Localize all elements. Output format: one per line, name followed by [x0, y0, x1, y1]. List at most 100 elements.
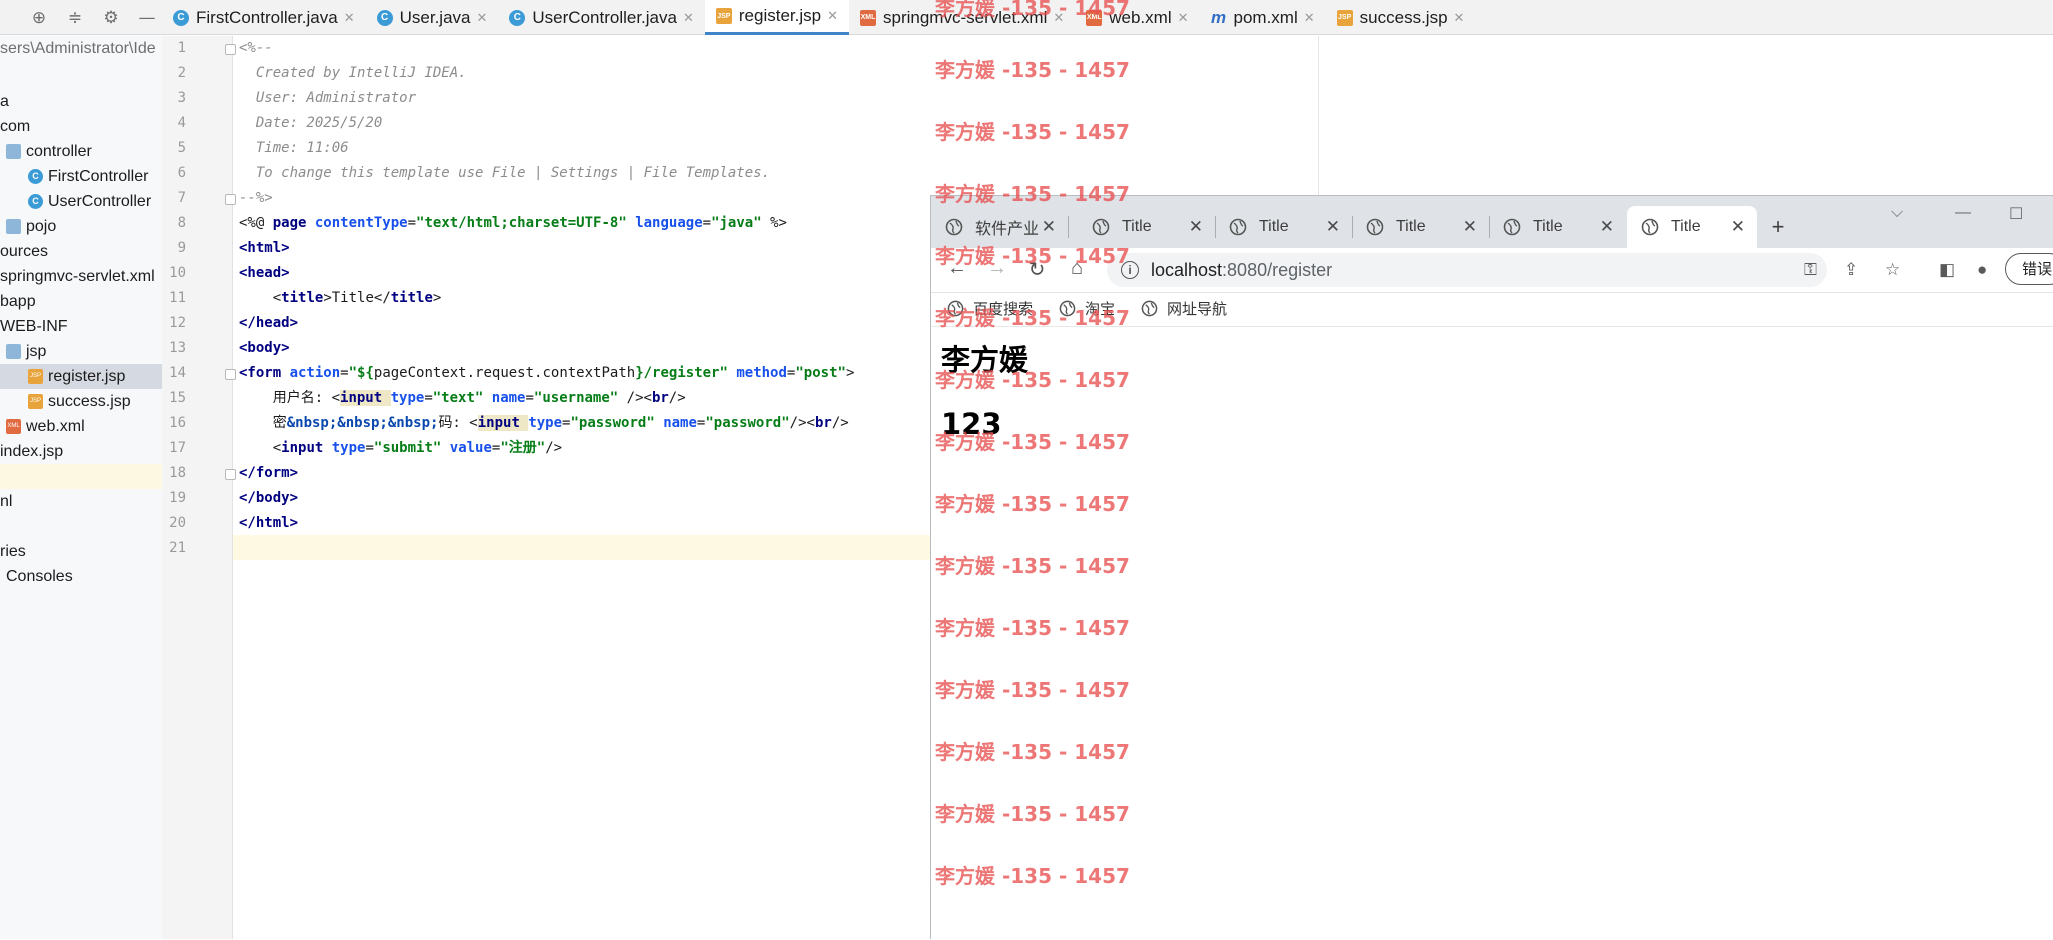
code-line: <title>Title</title> — [239, 286, 442, 311]
editor-tab[interactable]: XML springmvc-servlet.xml ✕ — [849, 0, 1075, 35]
tree-item[interactable]: ries — [0, 539, 26, 564]
tree-item[interactable]: C UserController — [0, 189, 151, 214]
code-token: value — [449, 440, 492, 456]
close-icon[interactable]: ✕ — [1178, 10, 1189, 26]
code-token: %> — [761, 215, 787, 231]
code-editor[interactable]: <%-- Created by IntelliJ IDEA. User: Adm… — [233, 36, 933, 939]
code-token: < — [239, 440, 282, 456]
editor-tab[interactable]: C User.java ✕ — [366, 0, 499, 35]
close-tab-icon[interactable]: ✕ — [1189, 217, 1203, 237]
code-token: = — [365, 440, 374, 456]
close-tab-icon[interactable]: ✕ — [1463, 217, 1477, 237]
home-icon[interactable]: ⌂ — [1065, 257, 1089, 280]
bookmark-star-icon[interactable]: ☆ — [1885, 260, 1900, 280]
code-token: > — [432, 290, 442, 306]
editor-tab[interactable]: C FirstController.java ✕ — [162, 0, 366, 35]
code-token: br — [814, 415, 832, 431]
gear-icon[interactable]: ⚙ — [100, 8, 122, 28]
line-number: 4 — [177, 115, 186, 131]
close-icon[interactable]: ✕ — [1454, 10, 1465, 26]
code-token: </html> — [239, 515, 299, 531]
tree-item[interactable]: ources — [0, 239, 48, 264]
close-tab-icon[interactable]: ✕ — [1326, 217, 1340, 237]
side-panel-icon[interactable]: ◧ — [1939, 260, 1955, 280]
tree-item[interactable]: WEB-INF — [0, 314, 68, 339]
tree-item[interactable]: jsp — [0, 339, 46, 364]
site-info-icon[interactable]: i — [1121, 261, 1139, 279]
browser-tab[interactable]: Title ✕ — [1078, 206, 1216, 248]
close-icon[interactable]: ✕ — [1053, 10, 1064, 26]
bookmark-item[interactable]: 百度搜索 — [947, 298, 1033, 319]
line-number: 6 — [177, 165, 186, 181]
code-line: To change this template use File | Setti… — [239, 161, 770, 186]
editor-tab[interactable]: C UserController.java ✕ — [498, 0, 704, 35]
window-maximize-icon[interactable]: ☐ — [2009, 204, 2023, 224]
editor-tab[interactable]: XML web.xml ✕ — [1075, 0, 1199, 35]
tree-item[interactable]: JSP success.jsp — [0, 389, 131, 414]
locate-icon[interactable]: ⊕ — [28, 8, 50, 28]
class-icon: C — [28, 194, 43, 209]
folder-icon — [6, 344, 21, 359]
new-tab-button[interactable]: + — [1763, 206, 1793, 248]
close-icon[interactable]: ✕ — [477, 10, 488, 26]
globe-icon — [1078, 218, 1122, 236]
tree-item[interactable]: com — [0, 114, 30, 139]
tree-item[interactable]: C FirstController — [0, 164, 148, 189]
tree-item[interactable]: bapp — [0, 289, 36, 314]
editor-tab-label: FirstController.java — [196, 7, 338, 27]
tree-item[interactable]: Consoles — [0, 564, 73, 589]
browser-tab[interactable]: Title ✕ — [1489, 206, 1626, 248]
tree-item[interactable]: JSP register.jsp — [0, 364, 162, 389]
tree-item[interactable]: springmvc-servlet.xml — [0, 264, 155, 289]
code-token: User: Administrator — [239, 90, 417, 106]
forward-icon[interactable]: → — [985, 257, 1009, 280]
editor-tab[interactable]: JSP register.jsp ✕ — [704, 0, 849, 35]
collapse-icon[interactable]: ≑ — [64, 8, 86, 28]
editor-tab[interactable]: m pom.xml ✕ — [1200, 0, 1326, 35]
tree-item-label: jsp — [26, 343, 47, 360]
back-icon[interactable]: ← — [945, 257, 969, 280]
tree-item-label: a — [0, 93, 9, 110]
tree-item[interactable]: pojo — [0, 214, 56, 239]
error-button[interactable]: 错误 — [2005, 253, 2053, 285]
close-tab-icon[interactable]: ✕ — [1600, 217, 1614, 237]
tree-item[interactable]: index.jsp — [0, 439, 63, 464]
tree-item[interactable]: XML web.xml — [0, 414, 85, 439]
tree-item[interactable]: nl — [0, 489, 12, 514]
share-icon[interactable]: ⇪ — [1844, 260, 1858, 280]
key-icon[interactable]: ⚿ — [1804, 260, 1817, 280]
window-minimize-icon[interactable]: — — [1955, 204, 1971, 222]
browser-tab[interactable]: Title ✕ — [1352, 206, 1490, 248]
browser-tab[interactable]: 软件产业 ✕ — [931, 206, 1069, 248]
profile-icon[interactable]: ● — [1977, 260, 1987, 280]
close-icon[interactable]: ✕ — [1304, 10, 1315, 26]
tree-item[interactable]: controller — [0, 139, 92, 164]
browser-tab-title: Title — [1533, 218, 1563, 235]
tree-item[interactable] — [0, 464, 162, 489]
close-tab-icon[interactable]: ✕ — [1042, 217, 1056, 237]
tab-search-icon[interactable]: ⌵ — [1891, 204, 1903, 222]
browser-tab[interactable]: Title ✕ — [1627, 206, 1757, 248]
address-bar[interactable]: i localhost :8080/register — [1107, 253, 1827, 287]
bookmark-item[interactable]: 淘宝 — [1059, 298, 1115, 319]
code-token: language — [635, 215, 703, 231]
reload-icon[interactable]: ↻ — [1025, 257, 1049, 282]
code-line: <head> — [239, 261, 290, 286]
code-line: 用户名: <input type="text" name="username" … — [239, 386, 686, 411]
tree-item[interactable]: a — [0, 89, 9, 114]
editor-tab[interactable]: JSP success.jsp ✕ — [1326, 0, 1476, 35]
code-token: title — [281, 290, 324, 306]
code-token: --%> — [239, 190, 273, 206]
close-tab-icon[interactable]: ✕ — [1731, 217, 1745, 237]
bookmark-label: 网址导航 — [1167, 301, 1228, 318]
close-icon[interactable]: ✕ — [827, 8, 838, 24]
bookmark-item[interactable]: 网址导航 — [1141, 298, 1227, 319]
browser-tab-title: Title — [1671, 218, 1701, 235]
minimize-icon[interactable]: — — [136, 8, 158, 28]
close-icon[interactable]: ✕ — [344, 10, 355, 26]
close-icon[interactable]: ✕ — [683, 10, 694, 26]
code-token: type — [528, 415, 563, 431]
browser-tab[interactable]: Title ✕ — [1215, 206, 1353, 248]
address-toolbar: ← → ↻ ⌂ i localhost :8080/register ⚿ ⇪ ☆… — [931, 248, 2053, 293]
